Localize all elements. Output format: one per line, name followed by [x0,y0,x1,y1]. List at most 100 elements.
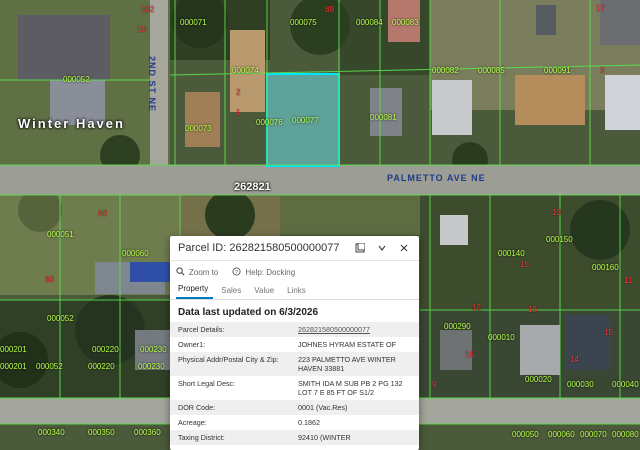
zoom-to-label: Zoom to [189,267,219,277]
parcel-number-label: 000052 [36,362,63,371]
parcel-number-label: 000030 [567,380,594,389]
parcel-number-label: 000050 [512,430,539,439]
row-value: JOHNES HYRAM ESTATE OF [298,340,396,349]
parcel-number-label: 000077 [292,116,319,125]
row-key: Acreage: [178,418,207,427]
parcel-number-label: 000060 [122,249,149,258]
dock-icon[interactable] [353,241,367,255]
help-docking-button[interactable]: ? Help: Docking [232,266,296,278]
parcel-number-label: 000350 [88,428,115,437]
table-row: Acreage: 0.1862 [170,415,419,430]
parcel-number-label: 000080 [612,430,639,439]
cross-street-label: 2ND ST NE [147,56,157,113]
row-value: 0.1862 [298,418,320,427]
table-row: Taxing District: 92410 (WINTER [170,430,419,445]
help-docking-label: Help: Docking [245,267,296,277]
parcel-number-label: 000010 [488,333,515,342]
lot-number-label: 10 [137,25,146,34]
row-key: Taxing District: [178,433,225,442]
parcel-number-label: 000020 [525,375,552,384]
lot-number-label: 1 [236,108,241,117]
row-value: 0001 (Vac.Res) [298,403,348,412]
row-value: 92410 (WINTER [298,433,351,442]
last-updated-heading: Data last updated on 6/3/2026 [178,307,319,318]
lot-number-label: 89 [325,5,334,14]
lot-number-label: 14 [570,355,579,364]
place-label: Winter Haven [18,116,125,131]
row-value: 223 PALMETTO AVE WINTER HAVEN 33881 [298,355,396,373]
popup-tabs: Property Sales Value Links [170,283,419,300]
parcel-number-label: 000073 [185,124,212,133]
parcel-number-label: 000201 [0,345,27,354]
parcel-number-label: 000083 [392,18,419,27]
street-label: PALMETTO AVE NE [387,173,486,183]
row-key: Short Legal Desc: [178,379,236,388]
parcel-number-label: 000230 [138,362,165,371]
parcel-number-label: 000360 [134,428,161,437]
parcel-number-label: 000201 [0,362,27,371]
lot-number-label: 3 [600,66,605,75]
parcel-number-label: 000230 [140,345,167,354]
parcel-number-label: 000070 [580,430,607,439]
lot-number-label: 12 [472,303,481,312]
popup-header: Parcel ID: 262821580500000077 [170,236,419,261]
lot-number-label: 18 [528,305,537,314]
lot-number-label: 13 [552,208,561,217]
parcel-number-label: 000052 [47,314,74,323]
tab-links[interactable]: Links [285,286,311,299]
svg-text:?: ? [235,269,238,275]
parcel-number-label: 000040 [612,380,639,389]
table-row: DOR Code: 0001 (Vac.Res) [170,400,419,415]
row-key: Physical Addr/Postal City & Zip: [178,355,279,364]
lot-number-label: 2 [236,88,241,97]
parcel-number-label: 000160 [592,263,619,272]
parcel-number-label: 000091 [544,66,571,75]
search-icon [176,266,185,278]
lot-number-label: 17 [596,4,605,13]
parcel-number-label: 000150 [546,235,573,244]
lot-number-label: 9 [432,380,437,389]
table-row: Short Legal Desc: SMITH IDA M SUB PB 2 PG… [170,376,419,400]
lot-number-label: 16 [465,350,474,359]
parcel-number-label: 000060 [548,430,575,439]
collapse-chevron-icon[interactable] [375,241,389,255]
lot-number-label: 15 [604,328,613,337]
table-row: Parcel Details: 262821580500000077 [170,322,419,337]
popup-title: Parcel ID: 262821580500000077 [178,242,340,254]
lot-number-label: 60 [45,275,54,284]
close-icon[interactable] [397,241,411,255]
parcel-number-label: 000220 [92,345,119,354]
parcel-number-label: 000075 [290,18,317,27]
tab-sales[interactable]: Sales [219,286,246,299]
parcel-number-label: 000082 [432,66,459,75]
row-key: DOR Code: [178,403,216,412]
parcel-number-label: 000220 [88,362,115,371]
popup-actions: Zoom to ? Help: Docking [170,261,419,283]
tab-value[interactable]: Value [252,286,279,299]
parcel-number-label: 000290 [444,322,471,331]
parcel-number-label: 000052 [63,75,90,84]
parcel-number-label: 000074 [232,66,259,75]
parcel-number-label: 000071 [180,18,207,27]
parcel-number-label: 000076 [256,118,283,127]
help-icon: ? [232,266,241,278]
lot-number-label: 60 [98,209,107,218]
lot-number-label: 15 [520,260,529,269]
parcel-popup[interactable]: Parcel ID: 262821580500000077 Zoom to ? … [170,236,419,450]
road-number-label: 262821 [234,181,271,193]
parcel-number-label: 000085 [478,66,505,75]
property-table: Parcel Details: 262821580500000077 Owner1… [170,322,419,445]
zoom-to-button[interactable]: Zoom to [176,266,219,278]
row-key: Parcel Details: [178,325,225,334]
parcel-number-label: 000140 [498,249,525,258]
tab-property[interactable]: Property [176,284,214,299]
parcel-details-link[interactable]: 262821580500000077 [298,325,411,334]
parcel-number-label: 000340 [38,428,65,437]
row-key: Owner1: [178,340,206,349]
parcel-number-label: 000084 [356,18,383,27]
table-row: Owner1: JOHNES HYRAM ESTATE OF [170,337,419,352]
lot-number-label: 11 [624,276,633,285]
parcel-number-label: 000051 [47,230,74,239]
lot-number-label: 102 [141,5,155,14]
parcel-number-label: 000081 [370,113,397,122]
